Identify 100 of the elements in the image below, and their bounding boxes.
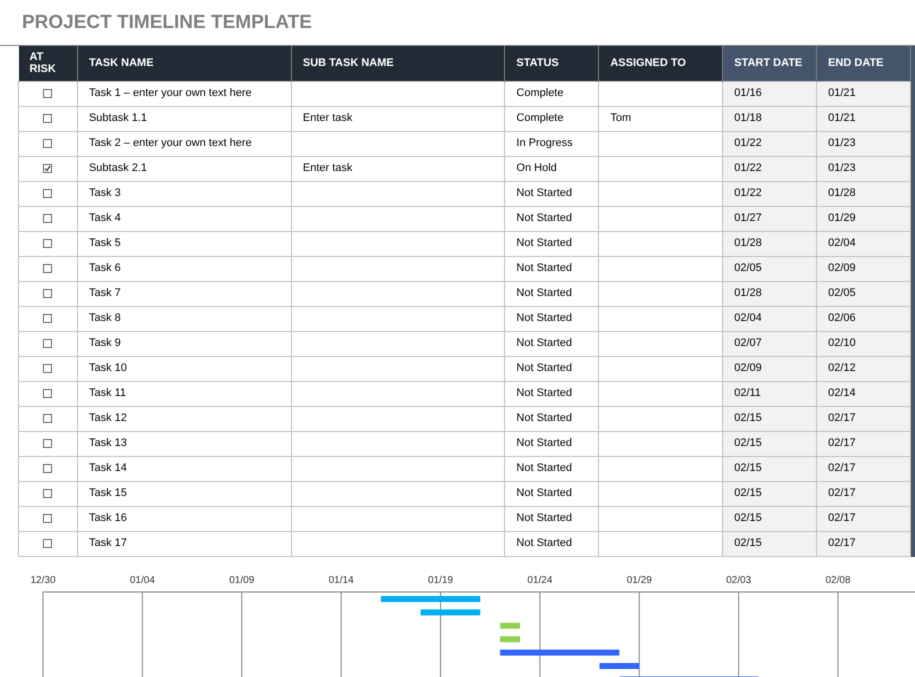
table-cell: 02/11 xyxy=(734,387,761,400)
column-header: START DATE xyxy=(722,46,817,81)
table-cell: Task 3 xyxy=(88,187,121,200)
table-cell: Not Started xyxy=(516,187,572,200)
checkbox[interactable] xyxy=(43,214,52,223)
table-cell: 02/17 xyxy=(828,462,856,474)
table-cell: Not Started xyxy=(516,262,572,274)
table-cell: In Progress xyxy=(516,137,573,150)
table-cell: 01/22 xyxy=(734,162,762,174)
table-cell: Complete xyxy=(516,112,564,124)
table-cell: Task 11 xyxy=(88,387,126,400)
column-header: AT RISK xyxy=(18,46,78,81)
table-cell: 02/06 xyxy=(828,312,856,324)
table-cell: 01/28 xyxy=(734,237,762,250)
table-cell: 01/28 xyxy=(828,187,856,200)
table-cell: Not Started xyxy=(516,237,572,250)
column-header: ASSIGNED TO xyxy=(598,46,723,81)
table-cell: 02/17 xyxy=(828,412,856,424)
checkbox[interactable] xyxy=(43,138,52,148)
table-cell: 02/15 xyxy=(734,512,762,524)
table-cell: 02/04 xyxy=(828,237,856,250)
table-cell: Tom xyxy=(610,112,632,124)
checkbox[interactable] xyxy=(43,388,52,398)
tick-label: 02/08 xyxy=(825,574,851,586)
table-cell: 02/17 xyxy=(828,512,856,524)
table-cell: Task 12 xyxy=(88,412,127,424)
table-cell: Not Started xyxy=(516,337,572,350)
table-cell: 02/09 xyxy=(828,262,856,274)
column-header: TASK NAME xyxy=(77,46,292,81)
tick-label: 01/24 xyxy=(527,574,552,586)
table-cell: Not Started xyxy=(516,412,572,424)
table-cell: Complete xyxy=(516,87,564,100)
checkbox[interactable] xyxy=(43,514,52,523)
checkbox[interactable] xyxy=(43,288,52,298)
table-cell: 02/14 xyxy=(828,387,856,400)
table-cell: Task 2 – enter your own text here xyxy=(88,137,252,150)
table-cell: Not Started xyxy=(516,487,572,500)
checkbox[interactable] xyxy=(43,164,52,173)
table-cell: 01/21 xyxy=(828,112,856,124)
table-cell: Task 6 xyxy=(88,262,121,274)
table-cell: Not Started xyxy=(516,512,572,524)
table-cell: 02/15 xyxy=(734,437,762,450)
table-cell: 02/10 xyxy=(828,337,856,350)
checkbox[interactable] xyxy=(43,114,52,123)
table-cell: 01/22 xyxy=(734,187,762,200)
table-cell: 02/05 xyxy=(828,287,856,300)
tick-label: 01/04 xyxy=(130,574,155,586)
tick-label: 01/29 xyxy=(626,574,652,586)
checkbox[interactable] xyxy=(43,314,52,323)
checkbox[interactable] xyxy=(43,464,52,473)
table-cell: Task 7 xyxy=(88,287,121,300)
checkbox[interactable] xyxy=(43,88,52,98)
checkbox[interactable] xyxy=(43,438,52,448)
table-cell: Task 9 xyxy=(88,337,121,350)
table-cell: 02/15 xyxy=(734,412,762,424)
checkbox[interactable] xyxy=(43,264,52,273)
table-cell: 02/07 xyxy=(734,337,762,350)
tick-label: 12/30 xyxy=(30,574,56,586)
table-cell: 01/23 xyxy=(828,137,856,150)
table-cell: 02/15 xyxy=(734,462,762,474)
column-header: SUB TASK NAME xyxy=(291,46,505,81)
table-cell: Task 17 xyxy=(88,537,127,550)
table-cell: 01/29 xyxy=(828,212,856,224)
table-cell: Enter task xyxy=(302,162,352,174)
table-cell: Task 10 xyxy=(88,362,127,374)
checkbox[interactable] xyxy=(43,238,52,248)
table-cell: Not Started xyxy=(516,437,572,450)
checkbox[interactable] xyxy=(43,338,52,348)
table-cell: Not Started xyxy=(516,462,572,474)
checkbox[interactable] xyxy=(43,538,52,548)
column-header: STATUS xyxy=(504,46,599,81)
table-cell: On Hold xyxy=(516,162,557,174)
table-cell: 01/22 xyxy=(734,137,762,150)
table-cell: Not Started xyxy=(516,287,572,300)
table-cell: 02/15 xyxy=(734,487,762,500)
table-cell: Subtask 1.1 xyxy=(88,112,148,124)
table-cell: 01/23 xyxy=(828,162,856,174)
table-cell: 02/15 xyxy=(734,537,762,550)
table-cell: 01/21 xyxy=(828,87,856,100)
table-cell: 01/18 xyxy=(734,112,762,124)
table-cell: 02/04 xyxy=(734,312,762,324)
checkbox[interactable] xyxy=(43,488,52,498)
table-cell: Not Started xyxy=(516,537,572,550)
table-cell: Task 1 – enter your own text here xyxy=(88,87,252,100)
tick-label: 02/03 xyxy=(726,574,752,586)
tick-label: 01/09 xyxy=(229,574,254,586)
tick-label: 01/19 xyxy=(428,574,454,586)
checkbox[interactable] xyxy=(43,188,52,198)
table-cell: Task 13 xyxy=(88,437,127,450)
table-cell: 02/17 xyxy=(828,487,856,500)
table-cell: Subtask 2.1 xyxy=(88,162,148,174)
table-cell: Enter task xyxy=(302,112,352,124)
table-cell: 01/27 xyxy=(734,212,762,224)
page-title: PROJECT TIMELINE TEMPLATE xyxy=(22,13,312,32)
checkbox[interactable] xyxy=(43,364,52,373)
table-cell: Task 5 xyxy=(88,237,121,250)
checkbox[interactable] xyxy=(43,414,52,423)
table-cell: Task 4 xyxy=(88,212,121,224)
table-cell: Not Started xyxy=(516,312,572,324)
table-cell: 02/17 xyxy=(828,437,856,450)
